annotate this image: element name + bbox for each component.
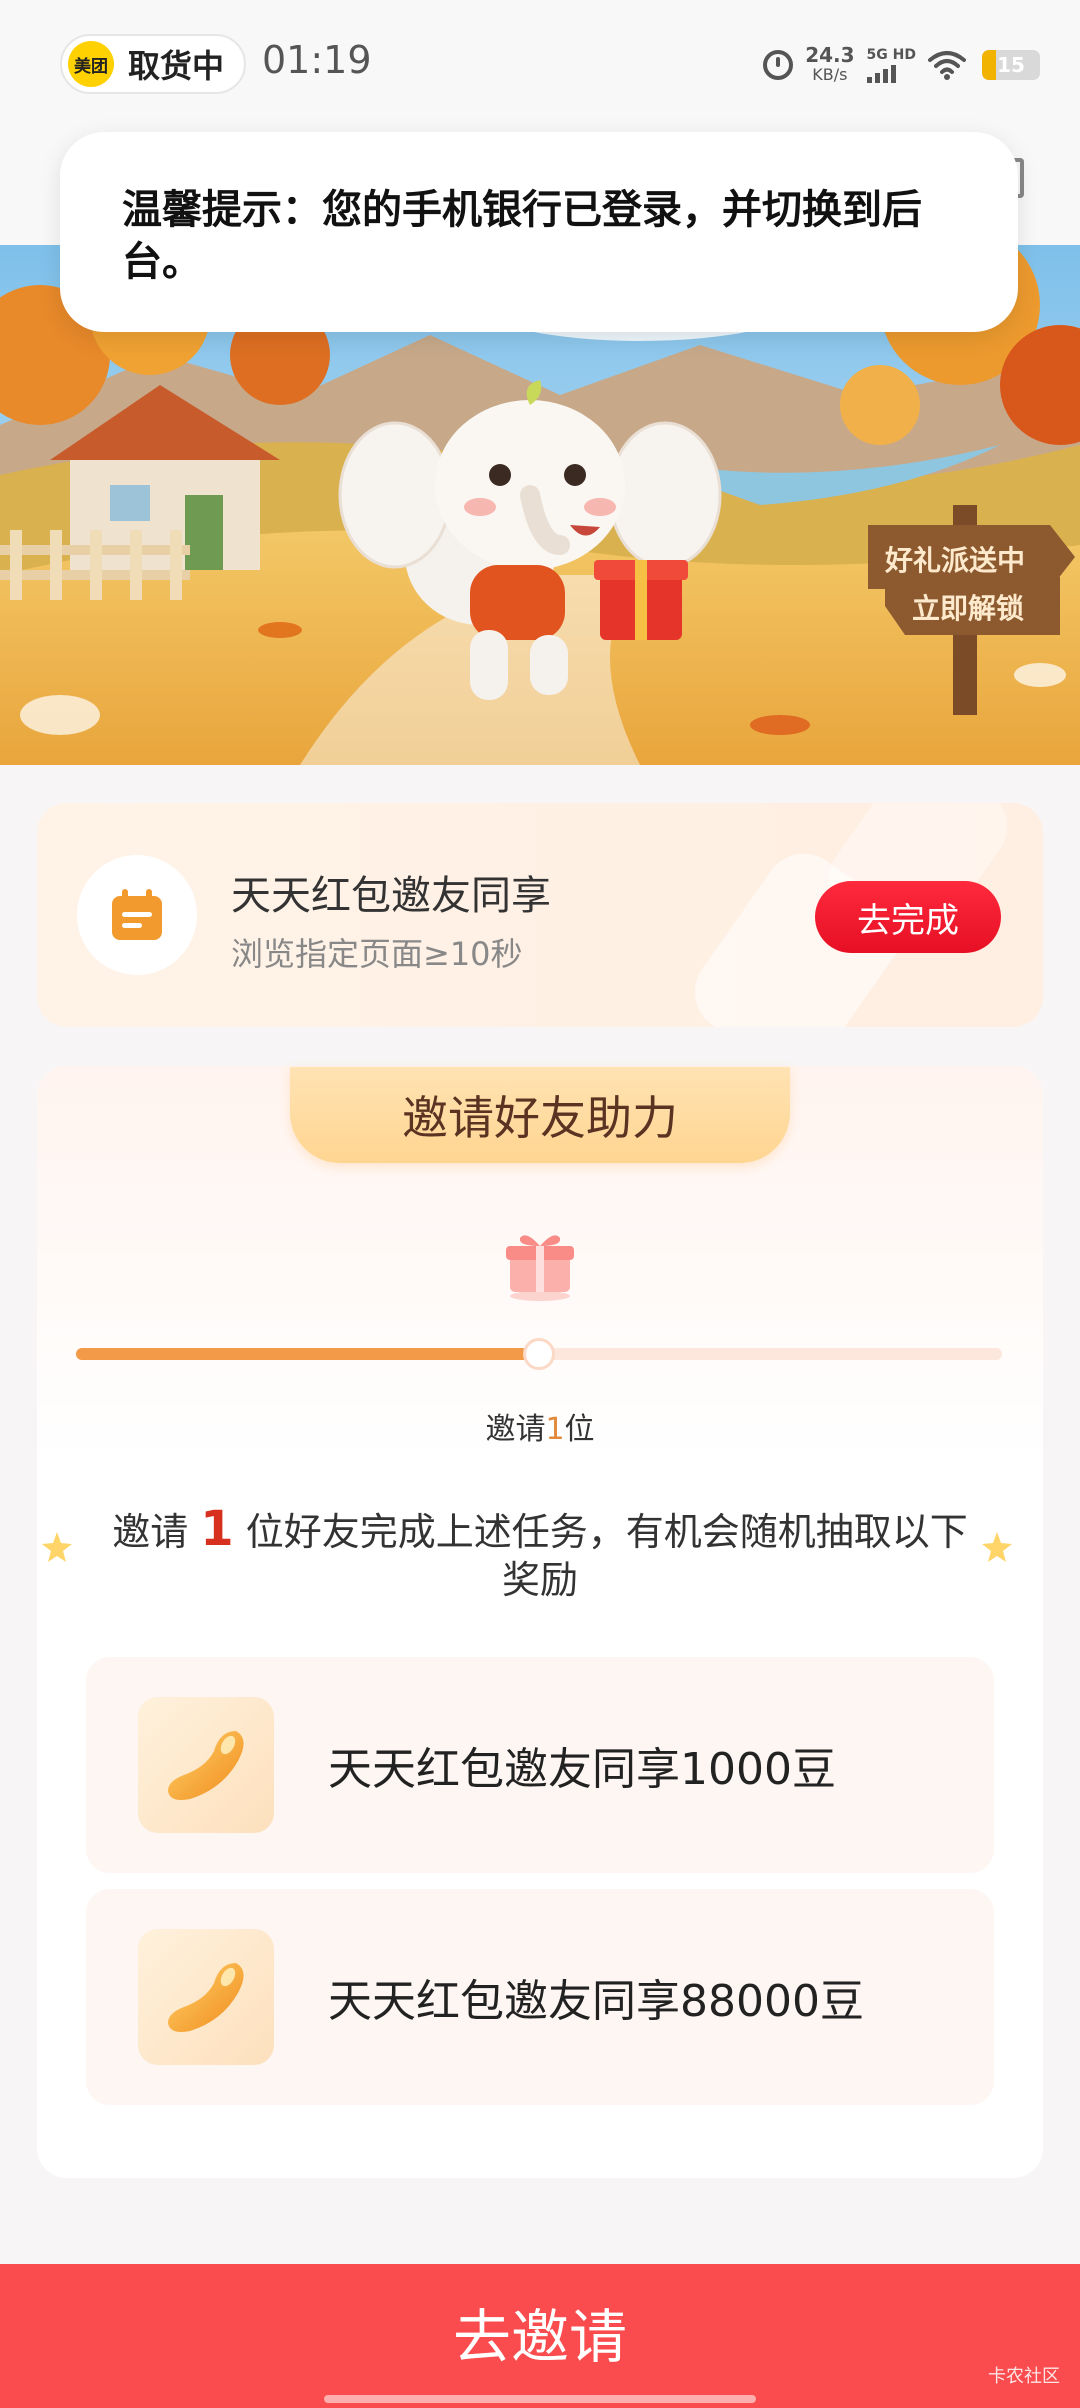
- progress-knob: [523, 1338, 555, 1370]
- alarm-icon: [763, 50, 794, 80]
- battery-icon: 15: [982, 50, 1040, 80]
- live-activity-label: 取货中: [128, 47, 225, 85]
- reward-label: 天天红包邀友同享88000豆: [328, 1976, 864, 2027]
- toast-notification: 温馨提示：您的手机银行已登录，并切换到后台。: [60, 132, 1018, 332]
- desc-suffix: 位好友完成上述任务，有机会随机抽取以下奖励: [245, 1510, 968, 1602]
- desc-prefix: 邀请: [112, 1510, 189, 1554]
- reward-description: 邀请 1 位好友完成上述任务，有机会随机抽取以下奖励: [100, 1505, 980, 1604]
- star-right-icon: [982, 1532, 1012, 1562]
- net-speed-value: 24.3: [805, 43, 855, 67]
- invite-button[interactable]: 去邀请: [0, 2264, 1080, 2408]
- toast-text: 温馨提示：您的手机银行已登录，并切换到后台。: [122, 187, 922, 285]
- invite-count: 邀请1位: [0, 1404, 1080, 1448]
- bean-icon: [168, 1963, 244, 2032]
- net-speed: 24.3 KB/s: [805, 45, 854, 85]
- progress-fill: [76, 1348, 539, 1360]
- complete-task-button[interactable]: 去完成: [815, 881, 1001, 953]
- sign-text-1: 好礼派送中: [884, 544, 1025, 577]
- task-subtitle: 浏览指定页面≥10秒: [231, 935, 523, 973]
- net-speed-unit: KB/s: [812, 65, 848, 84]
- signal-icon: [866, 65, 896, 83]
- status-bar: 美团 取货中 01:19 24.3 KB/s 5G HD 15: [0, 0, 1080, 130]
- calendar-icon: [112, 889, 162, 940]
- reward-icon-wrapper: [138, 1697, 274, 1833]
- reward-label: 天天红包邀友同享1000豆: [328, 1744, 836, 1795]
- cellular-indicator: 5G HD: [866, 47, 916, 83]
- network-type-label: 5G HD: [866, 47, 916, 63]
- meituan-logo: 美团: [68, 41, 114, 87]
- star-left-icon: [42, 1532, 72, 1562]
- invite-header: 邀请好友助力: [290, 1067, 790, 1163]
- task-icon-wrapper: [77, 855, 197, 975]
- desc-number: 1: [200, 1501, 234, 1557]
- reward-item: 天天红包邀友同享88000豆: [86, 1889, 994, 2105]
- watermark: 卡农社区: [988, 2366, 1060, 2387]
- gift-icon: [506, 1235, 574, 1301]
- invite-header-title: 邀请好友助力: [402, 1091, 678, 1145]
- wifi-icon: [928, 51, 966, 80]
- status-time: 01:19: [262, 38, 372, 82]
- sign-text-2: 立即解锁: [912, 592, 1024, 625]
- bean-icon: [168, 1731, 244, 1800]
- task-title: 天天红包邀友同享: [231, 873, 551, 919]
- status-icons: 24.3 KB/s 5G HD 15: [763, 40, 1040, 90]
- reward-item: 天天红包邀友同享1000豆: [86, 1657, 994, 1873]
- reward-icon-wrapper: [138, 1929, 274, 2065]
- invite-count-number: 1: [545, 1412, 565, 1447]
- home-indicator[interactable]: [324, 2395, 756, 2403]
- invite-count-suffix: 位: [564, 1412, 595, 1447]
- live-activity-pill[interactable]: 美团 取货中: [60, 34, 246, 94]
- battery-level: 15: [997, 53, 1025, 77]
- invite-count-prefix: 邀请: [485, 1412, 546, 1447]
- task-card: 天天红包邀友同享 浏览指定页面≥10秒 去完成: [37, 803, 1043, 1027]
